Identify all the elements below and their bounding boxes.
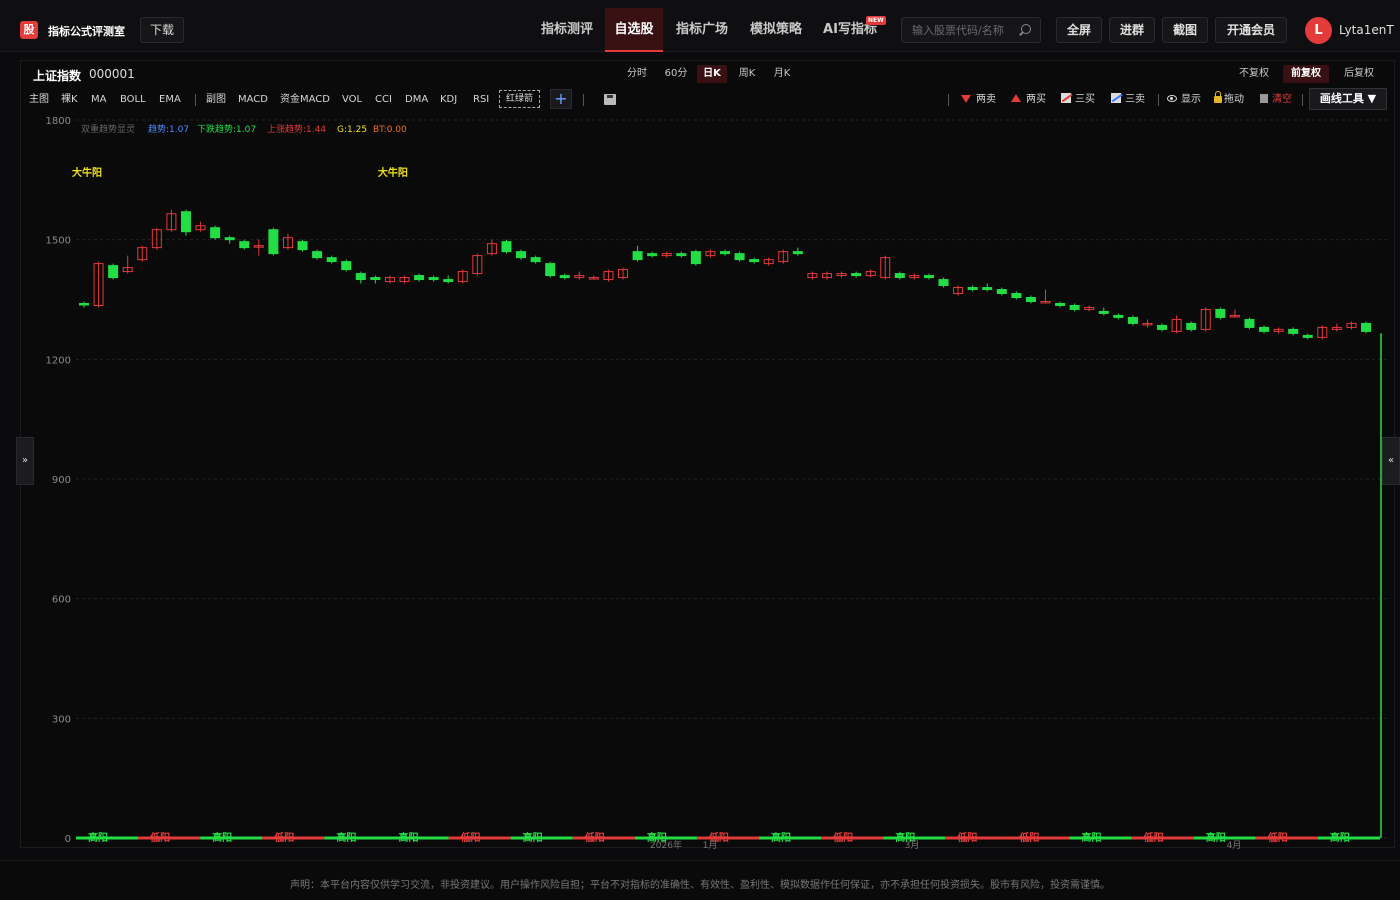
legend-item: G:1.25: [337, 125, 367, 135]
trend-band-label: 低阳: [460, 831, 481, 844]
x-axis-label: 4月: [1227, 840, 1242, 851]
trend-band-label: 低阳: [1143, 831, 1164, 844]
trend-band-label: 高阳: [1082, 831, 1102, 844]
y-tick-label: 300: [52, 714, 71, 725]
candle-body: [749, 259, 760, 263]
candle-body: [180, 211, 191, 233]
candle-body: [1244, 318, 1255, 328]
trend-band-label: 高阳: [1330, 831, 1350, 844]
candle-body: [312, 251, 323, 259]
candle-body: [632, 251, 643, 261]
trend-band-label: 低阳: [273, 831, 294, 844]
candle-body: [851, 273, 862, 277]
trend-band-label: 高阳: [523, 831, 543, 844]
candle-body: [1025, 297, 1036, 302]
candle-annotation: 大牛阳: [378, 166, 408, 179]
candle-body: [1361, 322, 1371, 332]
legend-item: 上涨趋势:1.44: [267, 123, 326, 135]
candle-body: [428, 277, 439, 281]
trend-band-label: 低阳: [1267, 831, 1288, 844]
candle-body: [443, 279, 454, 283]
candle-body: [982, 287, 993, 291]
candlestick-chart[interactable]: 1800 1500 1200 900 600 300 0 双重趋势显灵 趋势:1.07 下跌趋势…: [0, 0, 1400, 900]
candle-body: [734, 253, 745, 261]
candle-body: [108, 265, 119, 279]
candle-body: [938, 279, 949, 287]
candle-body: [1069, 304, 1080, 310]
candle-body: [326, 257, 337, 263]
disclaimer-text: 声明：本平台内容仅供学习交流，非投资建议。用户操作风险自担；平台不对指标的准确性…: [290, 880, 1110, 891]
candle-body: [1288, 328, 1299, 334]
legend-item: 趋势:1.07: [148, 123, 189, 135]
candle-body: [1113, 314, 1124, 318]
y-tick-label: 1200: [46, 355, 71, 366]
x-axis-label: 1月: [703, 840, 718, 851]
trend-band-label: 低阳: [1018, 831, 1039, 844]
candle-body: [414, 275, 425, 281]
candle-body: [720, 251, 730, 255]
candle-body: [1302, 334, 1313, 338]
trend-band-label: 低阳: [832, 831, 853, 844]
trend-band-label: 高阳: [88, 831, 108, 844]
trend-band-label: 低阳: [956, 831, 977, 844]
y-tick-label: 1800: [46, 116, 71, 127]
candle-body: [647, 253, 658, 257]
candle-body: [79, 302, 89, 306]
candle-body: [792, 251, 803, 255]
x-axis-label: 3月: [905, 840, 920, 851]
y-tick-label: 0: [65, 834, 71, 845]
trend-band-label: 低阳: [149, 831, 170, 844]
candle-body: [894, 273, 905, 279]
candle-body: [355, 273, 366, 281]
candle-body: [923, 275, 934, 279]
candle-body: [341, 261, 352, 271]
legend-name: 双重趋势显灵: [81, 123, 135, 135]
candle-body: [1055, 302, 1066, 306]
candle-body: [1098, 310, 1109, 314]
candle-body: [996, 289, 1007, 295]
candle-body: [268, 229, 279, 255]
candle-body: [1011, 293, 1022, 299]
trend-band-label: 高阳: [212, 831, 232, 844]
candle-body: [530, 257, 541, 263]
candle-body: [676, 253, 687, 257]
candle-body: [370, 277, 381, 281]
candle-body: [501, 241, 512, 253]
candle-body: [1127, 316, 1138, 324]
candle-body: [1215, 308, 1226, 318]
candle-body: [516, 251, 527, 259]
candle-body: [224, 237, 235, 241]
candle-body: [690, 251, 701, 265]
trend-band-label: 低阳: [584, 831, 605, 844]
candle-body: [967, 287, 978, 291]
candle-body: [559, 275, 570, 279]
trend-band-label: 高阳: [336, 831, 356, 844]
candle-annotation: 大牛阳: [72, 166, 102, 179]
y-tick-label: 600: [52, 595, 71, 606]
trend-band-label: 高阳: [1206, 831, 1226, 844]
candle-body: [1157, 324, 1168, 330]
legend-item: BT:0.00: [373, 125, 407, 135]
y-tick-label: 900: [52, 475, 71, 486]
candle-body: [1186, 322, 1197, 330]
candle-body: [210, 227, 221, 239]
candle-body: [239, 241, 250, 249]
legend-item: 下跌趋势:1.07: [197, 123, 256, 135]
trend-band-label: 高阳: [771, 831, 791, 844]
candle-body: [545, 263, 556, 277]
candle-body: [1259, 326, 1270, 332]
x-axis-label: 2026年: [650, 839, 682, 851]
y-tick-label: 1500: [46, 236, 71, 247]
candle-body: [297, 241, 308, 251]
trend-band-label: 高阳: [398, 831, 418, 844]
